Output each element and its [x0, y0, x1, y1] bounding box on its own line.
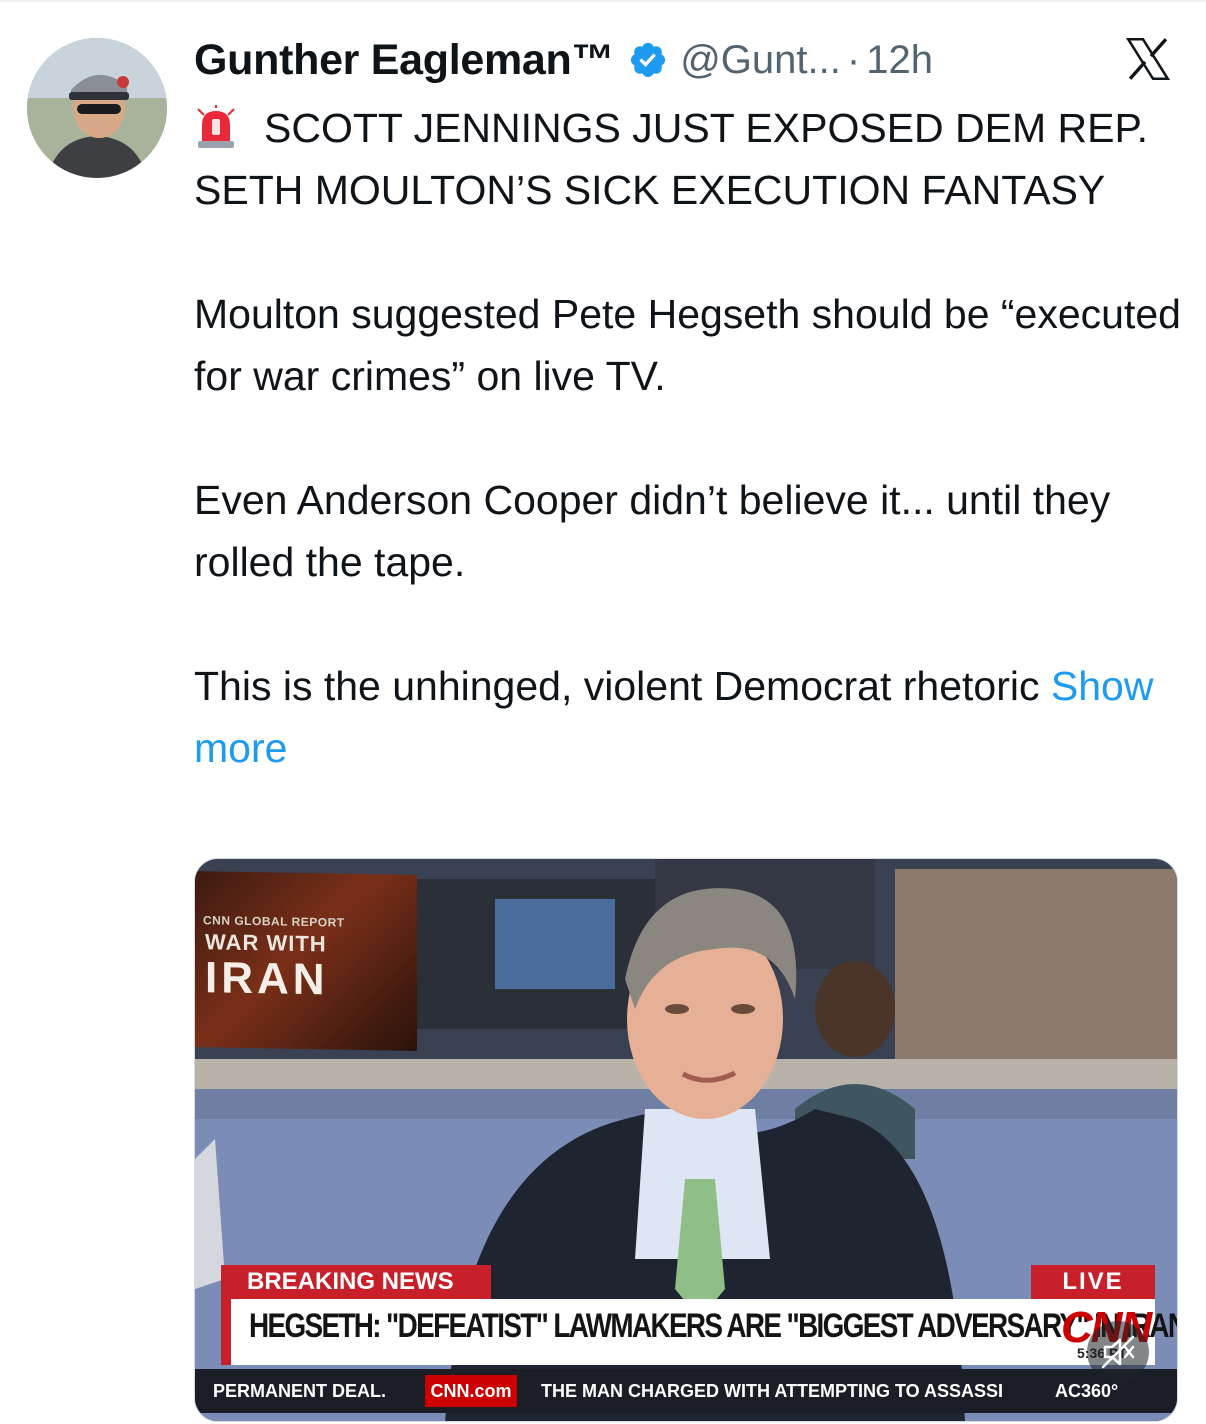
ticker-main-text: THE MAN CHARGED WITH ATTEMPTING TO ASSAS…	[541, 1381, 1003, 1401]
tweet-timestamp[interactable]: 12h	[866, 38, 933, 83]
avatar-photo	[27, 38, 167, 178]
tweet-text: SCOTT JENNINGS JUST EXPOSED DEM REP. SET…	[194, 97, 1184, 779]
breaking-news-label: BREAKING NEWS	[221, 1265, 491, 1299]
news-ticker: PERMANENT DEAL. CNN.com THE MAN CHARGED …	[195, 1369, 1177, 1413]
video-player[interactable]: CNN GLOBAL REPORT WAR WITH IRAN BREAKING…	[194, 858, 1178, 1422]
graphic-subtitle: CNN GLOBAL REPORT	[203, 913, 345, 930]
chyron-headline-bar: HEGSETH: "DEFEATIST" LAWMAKERS ARE "BIGG…	[221, 1299, 1177, 1365]
meta-separator: ·	[846, 37, 861, 82]
tweet-paragraph-headline: SCOTT JENNINGS JUST EXPOSED DEM REP. SET…	[194, 105, 1148, 213]
author-name[interactable]: Gunther Eagleman™	[194, 36, 615, 85]
tweet-paragraph: This is the unhinged, violent Democrat r…	[194, 655, 1184, 779]
author-avatar[interactable]	[27, 38, 167, 178]
ticker-left-text: PERMANENT DEAL.	[213, 1381, 387, 1401]
tweet-paragraph-truncated: This is the unhinged, violent Democrat r…	[194, 663, 1040, 709]
chyron-headline: HEGSETH: "DEFEATIST" LAWMAKERS ARE "BIGG…	[249, 1307, 1178, 1345]
war-with-iran-graphic: CNN GLOBAL REPORT WAR WITH IRAN	[195, 871, 417, 1051]
tweet-paragraph: Moulton suggested Pete Hegseth should be…	[194, 291, 1181, 399]
tweet-paragraph: SCOTT JENNINGS JUST EXPOSED DEM REP. SET…	[194, 97, 1184, 221]
x-logo-icon	[1125, 37, 1171, 81]
ticker-show-name: AC360°	[1055, 1381, 1119, 1401]
muted-speaker-icon	[1101, 1335, 1135, 1369]
tweet-header: Gunther Eagleman™ @Gunt... · 12h	[194, 30, 933, 90]
rotating-light-emoji	[197, 105, 235, 148]
ticker-site-badge: CNN.com	[425, 1375, 517, 1407]
verified-badge-icon	[631, 42, 666, 78]
tweet-paragraph: Even Anderson Cooper didn’t believe it..…	[194, 477, 1111, 585]
author-handle[interactable]: @Gunt...	[680, 38, 841, 83]
tweet-card[interactable]: Gunther Eagleman™ @Gunt... · 12h SCOTT J…	[0, 0, 1206, 1424]
live-label: LIVE	[1031, 1265, 1155, 1299]
mute-toggle-button[interactable]	[1087, 1321, 1149, 1383]
graphic-iran: IRAN	[205, 953, 329, 1005]
